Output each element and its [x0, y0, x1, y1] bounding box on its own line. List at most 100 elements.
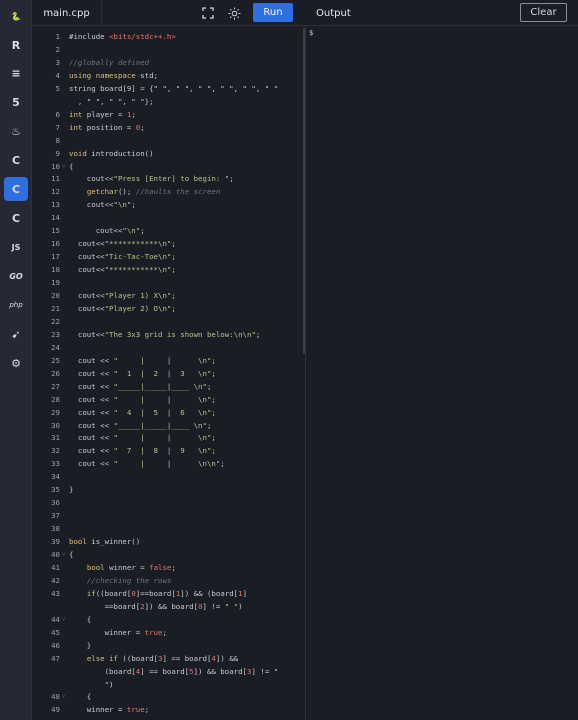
code-text: { [69, 160, 73, 173]
code-editor[interactable]: 1 #include <bits/stdc++.h> 2 3//globally de… [32, 27, 305, 720]
code-line[interactable]: (board[4] == board[5]) && board[3] != " [32, 665, 305, 678]
code-token: "***********\n" [104, 265, 172, 275]
code-line[interactable]: 4 using namespace std; [32, 69, 305, 82]
code-line[interactable]: 39 bool is_winner() [32, 535, 305, 548]
code-text: void introduction() [69, 147, 154, 160]
code-line[interactable]: 43 if((board[0]==board[1]) && (board[1] [32, 587, 305, 600]
code-line[interactable]: 38 [32, 522, 305, 535]
code-line[interactable]: ") [32, 678, 305, 691]
code-line[interactable]: 44 ˅ { [32, 613, 305, 626]
code-line[interactable]: 19 [32, 276, 305, 289]
clear-button[interactable]: Clear [520, 3, 567, 22]
code-token: { [69, 161, 74, 171]
swift-icon[interactable]: ➹ [4, 322, 28, 346]
code-token: ] == board[ [162, 653, 212, 663]
code-line[interactable]: 8 [32, 134, 305, 147]
code-line[interactable]: 3 //globally defined [32, 56, 305, 69]
code-line[interactable]: 26 cout << " 1 | 2 | 3 \n"; [32, 367, 305, 380]
code-text: cout << " | | \n"; [69, 354, 216, 367]
python-icon[interactable]: 🐍 [4, 4, 28, 28]
line-number: 44 [51, 614, 60, 624]
code-line[interactable]: 1 #include <bits/stdc++.h> [32, 30, 305, 43]
code-line[interactable]: 22 [32, 315, 305, 328]
code-line[interactable]: 29 cout << " 4 | 5 | 6 \n"; [32, 406, 305, 419]
code-line[interactable]: 15 cout<<"\n"; [32, 224, 305, 237]
code-line[interactable]: 27 cout << "_____|_____|____ \n"; [32, 380, 305, 393]
run-button[interactable]: Run [253, 3, 293, 22]
line-number: 19 [51, 278, 60, 288]
code-line[interactable]: 41 bool winner = false; [32, 561, 305, 574]
code-line[interactable]: 16 cout<<"***********\n"; [32, 237, 305, 250]
code-line[interactable]: 2 [32, 43, 305, 56]
code-token: //globally defined [69, 57, 150, 67]
code-line[interactable]: , " ", " ", " "}; [32, 95, 305, 108]
code-line[interactable]: 11 cout<<"Press [Enter] to begin: "; [32, 172, 305, 185]
fullscreen-icon[interactable] [200, 5, 216, 21]
fold-chevron-icon[interactable]: ˅ [62, 613, 65, 626]
line-number: 34 [51, 472, 60, 482]
cpp-icon[interactable]: C [4, 177, 28, 201]
code-line[interactable]: 42 //checking the rows [32, 574, 305, 587]
code-line[interactable]: 20 cout<<"Player 1) X\n"; [32, 289, 305, 302]
code-line[interactable]: 31 cout << " | | \n"; [32, 431, 305, 444]
line-number: 2 [55, 44, 60, 54]
code-text: { [69, 690, 91, 703]
javascript-icon[interactable]: JS [4, 235, 28, 259]
sun-icon[interactable] [226, 5, 242, 21]
code-line[interactable]: 34 [32, 470, 305, 483]
code-line[interactable]: 32 cout << " 7 | 8 | 9 \n"; [32, 444, 305, 457]
code-line[interactable]: 17 cout<<"Tic-Tac-Toe\n"; [32, 250, 305, 263]
code-token: "\n" [122, 226, 141, 236]
php-icon[interactable]: php [4, 293, 28, 317]
code-line[interactable]: 7 int position = 0; [32, 121, 305, 134]
code-line[interactable]: 36 [32, 496, 305, 509]
c-icon[interactable]: C [4, 148, 28, 172]
java-icon[interactable]: ♨ [4, 119, 28, 143]
html5-icon[interactable]: 5 [4, 90, 28, 114]
code-token: cout << [69, 355, 114, 365]
code-token: "_____|_____|____ \n" [113, 381, 207, 391]
code-line[interactable]: 45 winner = true; [32, 626, 305, 639]
code-token: cout<< [69, 239, 105, 249]
code-token: cout << [69, 446, 114, 456]
go-icon[interactable]: GO [4, 264, 28, 288]
code-line[interactable]: 40 ˅ { [32, 548, 305, 561]
tab-main-cpp[interactable]: main.cpp [32, 0, 102, 26]
code-token: cout<< [69, 200, 114, 210]
code-line[interactable]: 24 [32, 341, 305, 354]
code-line[interactable]: 47 else if ((board[3] == board[4]) && [32, 652, 305, 665]
code-line[interactable]: 33 cout << " | | \n\n"; [32, 457, 305, 470]
code-line[interactable]: 12 getchar(); //haults the screen [32, 185, 305, 198]
code-text: //globally defined [69, 56, 149, 69]
code-line[interactable]: 30 cout << "_____|_____|____ \n"; [32, 419, 305, 432]
fold-chevron-icon[interactable]: ˅ [62, 160, 65, 173]
line-number: 15 [51, 226, 60, 236]
code-line[interactable]: 13 cout<<"\n"; [32, 198, 305, 211]
code-line[interactable]: 25 cout << " | | \n"; [32, 354, 305, 367]
fold-chevron-icon[interactable]: ˅ [62, 548, 65, 561]
code-line[interactable]: 48 ˅ { [32, 690, 305, 703]
code-line[interactable]: 14 [32, 211, 305, 224]
r-icon[interactable]: R [4, 33, 28, 57]
code-line[interactable]: 28 cout << " | | \n"; [32, 393, 305, 406]
code-line[interactable]: 35} [32, 483, 305, 496]
code-line[interactable]: 37 [32, 509, 305, 522]
code-line[interactable]: ==board[2]) && board[0] != " ") [32, 600, 305, 613]
code-line[interactable]: 5 string board[9] = {" ", " ", " ", " ", … [32, 82, 305, 95]
code-line[interactable]: 49 winner = true; [32, 703, 305, 716]
csharp-icon[interactable]: C [4, 206, 28, 230]
code-line[interactable]: 9 void introduction() [32, 147, 305, 160]
sql-database-icon[interactable]: ≡ [4, 61, 28, 85]
code-line[interactable]: 18 cout<<"***********\n"; [32, 263, 305, 276]
fold-chevron-icon[interactable]: ˅ [62, 690, 65, 703]
code-text: cout << " 4 | 5 | 6 \n"; [69, 406, 216, 419]
code-line[interactable]: 6 int player = 1; [32, 108, 305, 121]
language-sidebar: 🐍 R ≡ 5 ♨ C C C JS GO php ➹ ⚙ [0, 0, 32, 720]
code-line[interactable]: 46 } [32, 639, 305, 652]
code-line[interactable]: 21 cout<<"Player 2) O\n"; [32, 302, 305, 315]
code-line[interactable]: 10 ˅ { [32, 160, 305, 173]
line-number: 9 [55, 148, 60, 158]
r-icon-glyph: R [11, 38, 21, 52]
code-line[interactable]: 23 cout<<"The 3x3 grid is shown below:\n… [32, 328, 305, 341]
rust-icon[interactable]: ⚙ [4, 351, 28, 375]
